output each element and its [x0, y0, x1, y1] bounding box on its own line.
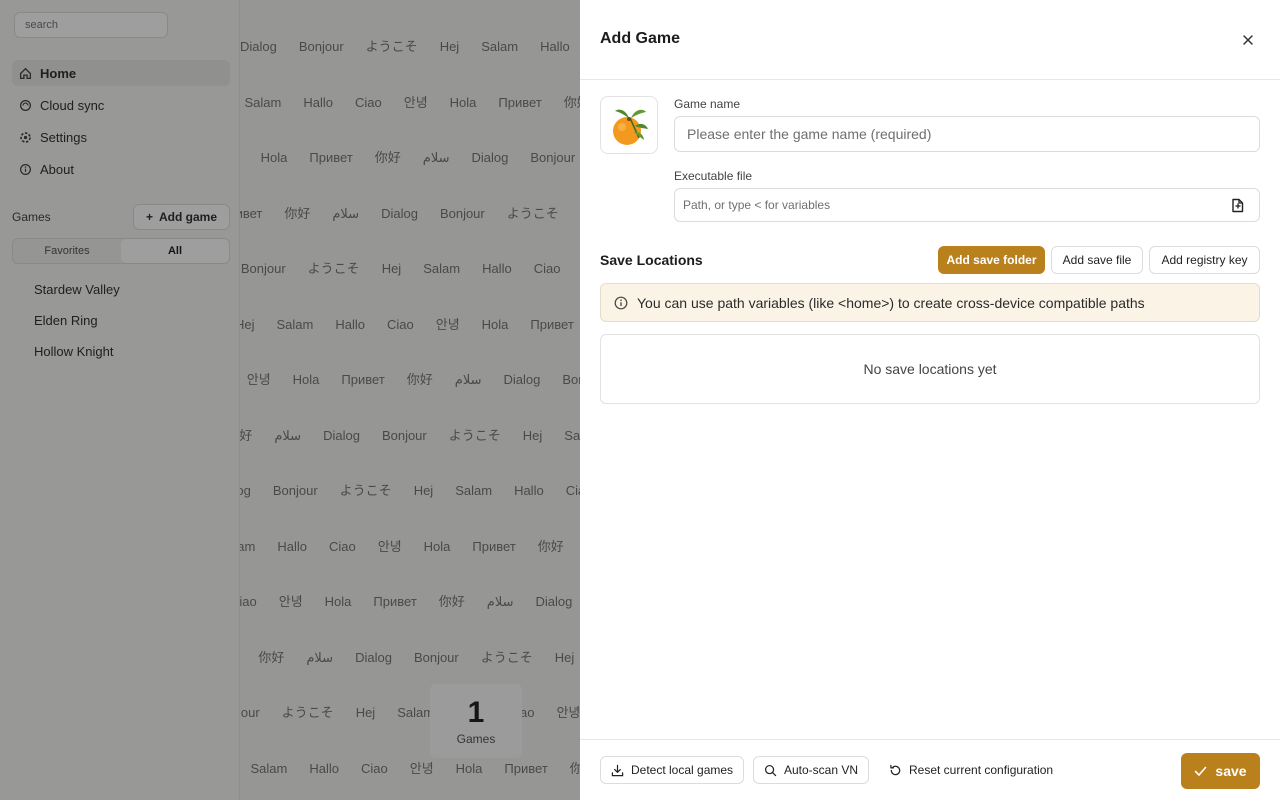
game-name-label: Game name — [674, 97, 741, 111]
add-save-folder-button[interactable]: Add save folder — [938, 246, 1045, 274]
dialog-footer: Detect local games Auto-scan VN Reset cu… — [580, 739, 1280, 800]
reset-configuration-button[interactable]: Reset current configuration — [889, 756, 1053, 784]
reset-label: Reset current configuration — [909, 763, 1054, 777]
hint-text: You can use path variables (like <home>)… — [637, 294, 1145, 311]
reset-icon — [890, 764, 901, 775]
browse-file-button[interactable] — [1228, 195, 1248, 215]
executable-file-label: Executable file — [674, 169, 753, 183]
add-game-dialog: Add Game Game name Executable file Save … — [580, 0, 1280, 800]
tangerine-icon — [613, 109, 648, 145]
dialog-header: Add Game — [580, 0, 1280, 80]
game-icon-picker[interactable] — [600, 96, 658, 154]
executable-path-input[interactable] — [674, 188, 1260, 222]
detect-local-games-button[interactable]: Detect local games — [600, 756, 745, 784]
close-button[interactable] — [1236, 28, 1260, 52]
autoscan-label: Auto-scan VN — [784, 763, 859, 777]
modal-overlay[interactable] — [0, 0, 580, 800]
game-name-input[interactable] — [674, 116, 1260, 152]
check-icon — [1195, 766, 1207, 776]
path-variables-hint: You can use path variables (like <home>)… — [600, 283, 1260, 322]
add-save-file-button[interactable]: Add save file — [1051, 246, 1143, 274]
file-select-icon — [1232, 198, 1244, 212]
download-icon — [611, 764, 624, 776]
search-icon — [764, 764, 777, 776]
close-icon — [1243, 35, 1253, 45]
save-locations-title: Save Locations — [600, 252, 703, 268]
save-button[interactable]: save — [1181, 753, 1260, 789]
add-registry-key-button[interactable]: Add registry key — [1149, 246, 1260, 274]
empty-state-text: No save locations yet — [863, 361, 997, 377]
save-label: save — [1215, 763, 1247, 779]
auto-scan-vn-button[interactable]: Auto-scan VN — [753, 756, 870, 784]
info-icon — [614, 296, 628, 309]
dialog-title: Add Game — [600, 30, 681, 47]
detect-label: Detect local games — [631, 763, 734, 777]
save-locations-empty: No save locations yet — [600, 334, 1260, 404]
